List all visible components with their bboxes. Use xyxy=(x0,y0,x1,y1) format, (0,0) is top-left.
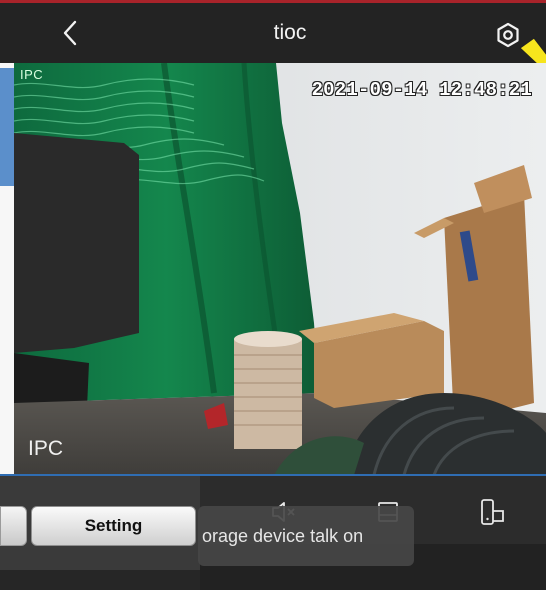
app-screen: tioc IPC 2021-09-14 12:48:21 IPC Setting… xyxy=(0,0,546,590)
device-icon xyxy=(481,499,504,525)
back-button[interactable] xyxy=(52,15,88,51)
setting-button[interactable]: Setting xyxy=(31,506,196,546)
camera-label-bottom: IPC xyxy=(28,437,64,460)
left-panel-highlight xyxy=(0,68,15,186)
page-title: tioc xyxy=(273,21,307,44)
header-bar: tioc xyxy=(0,3,546,63)
camera-label-top: IPC xyxy=(20,67,44,82)
tooltip-popup: orage device talk on xyxy=(198,506,414,566)
video-timestamp: 2021-09-14 12:48:21 xyxy=(311,79,532,101)
previous-tab-button[interactable] xyxy=(0,506,27,546)
left-panel-edge xyxy=(0,63,15,483)
device-button[interactable] xyxy=(477,496,509,528)
camera-video-feed[interactable]: IPC 2021-09-14 12:48:21 IPC xyxy=(14,63,546,475)
chevron-left-icon xyxy=(63,20,77,46)
video-frame-image xyxy=(14,63,546,475)
bottom-left-footer xyxy=(0,570,200,590)
